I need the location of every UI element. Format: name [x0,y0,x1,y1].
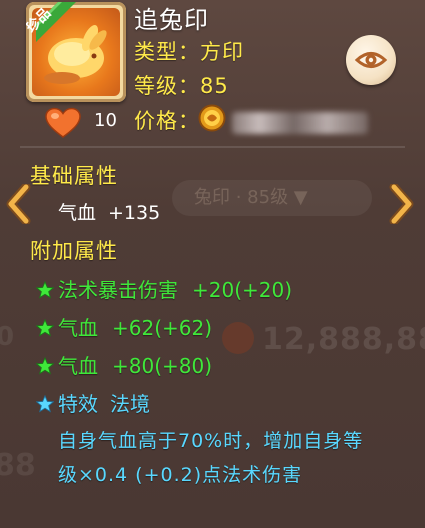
extra-attr-name: 法术暴击伤害 [58,278,178,302]
preview-button[interactable] [346,35,396,85]
extra-attr-value: +20(+20) [192,278,293,302]
effect-label: 特效 [58,392,98,416]
item-type-label: 类型： [134,40,200,64]
background-left-number-2: 0 [0,322,15,352]
green-star-icon [36,357,54,375]
favorite-count: 10 [94,110,117,131]
item-level-value: 85 [200,74,229,98]
arrow-right-icon[interactable] [388,184,414,224]
green-star-icon [36,319,54,337]
background-price-number: 12,888,88 [262,322,425,357]
extra-attr-row: 法术暴击伤害 +20(+20) [36,274,292,303]
header-divider [20,146,405,148]
extra-attr-value: +80(+80) [112,354,213,378]
item-type-value: 方印 [200,40,244,64]
item-level-label: 等级： [134,74,200,98]
price-value-blurred [232,112,368,134]
item-icon-frame: 珍品 [26,2,126,102]
background-coin-icon [222,322,254,354]
extra-attr-row: 气血 +62(+62) [36,312,212,341]
base-attrs-title: 基础属性 [30,164,118,188]
coin-icon [198,104,226,132]
extra-attr-name: 气血 [58,354,98,378]
effect-row: 特效 法境 [36,388,150,417]
effect-name: 法境 [110,392,150,416]
blue-star-icon [36,395,54,413]
base-attr-row: 气血 +135 [58,198,160,225]
effect-description: 自身气血高于70%时，增加自身等级×0.4 (+0.2)点法术伤害 [58,430,364,486]
extra-attr-row: 气血 +80(+80) [36,350,212,379]
extra-attr-name: 气血 [58,316,98,340]
base-attr-name: 气血 [58,202,97,224]
item-type-row: 类型：方印 [134,36,244,66]
heart-icon[interactable] [44,107,82,139]
item-level-row: 等级：85 [134,70,229,100]
arrow-left-icon[interactable] [6,184,32,224]
item-price-label: 价格： [134,109,200,133]
background-left-number: 88 [0,448,36,483]
green-star-icon [36,281,54,299]
background-filter-tag: 兔印 · 85级 ▼ [172,180,372,216]
eye-icon [354,52,388,68]
base-attr-value: +135 [108,202,161,224]
extra-attrs-title: 附加属性 [30,239,118,263]
item-name: 追兔印 [134,6,209,34]
extra-attr-value: +62(+62) [112,316,213,340]
